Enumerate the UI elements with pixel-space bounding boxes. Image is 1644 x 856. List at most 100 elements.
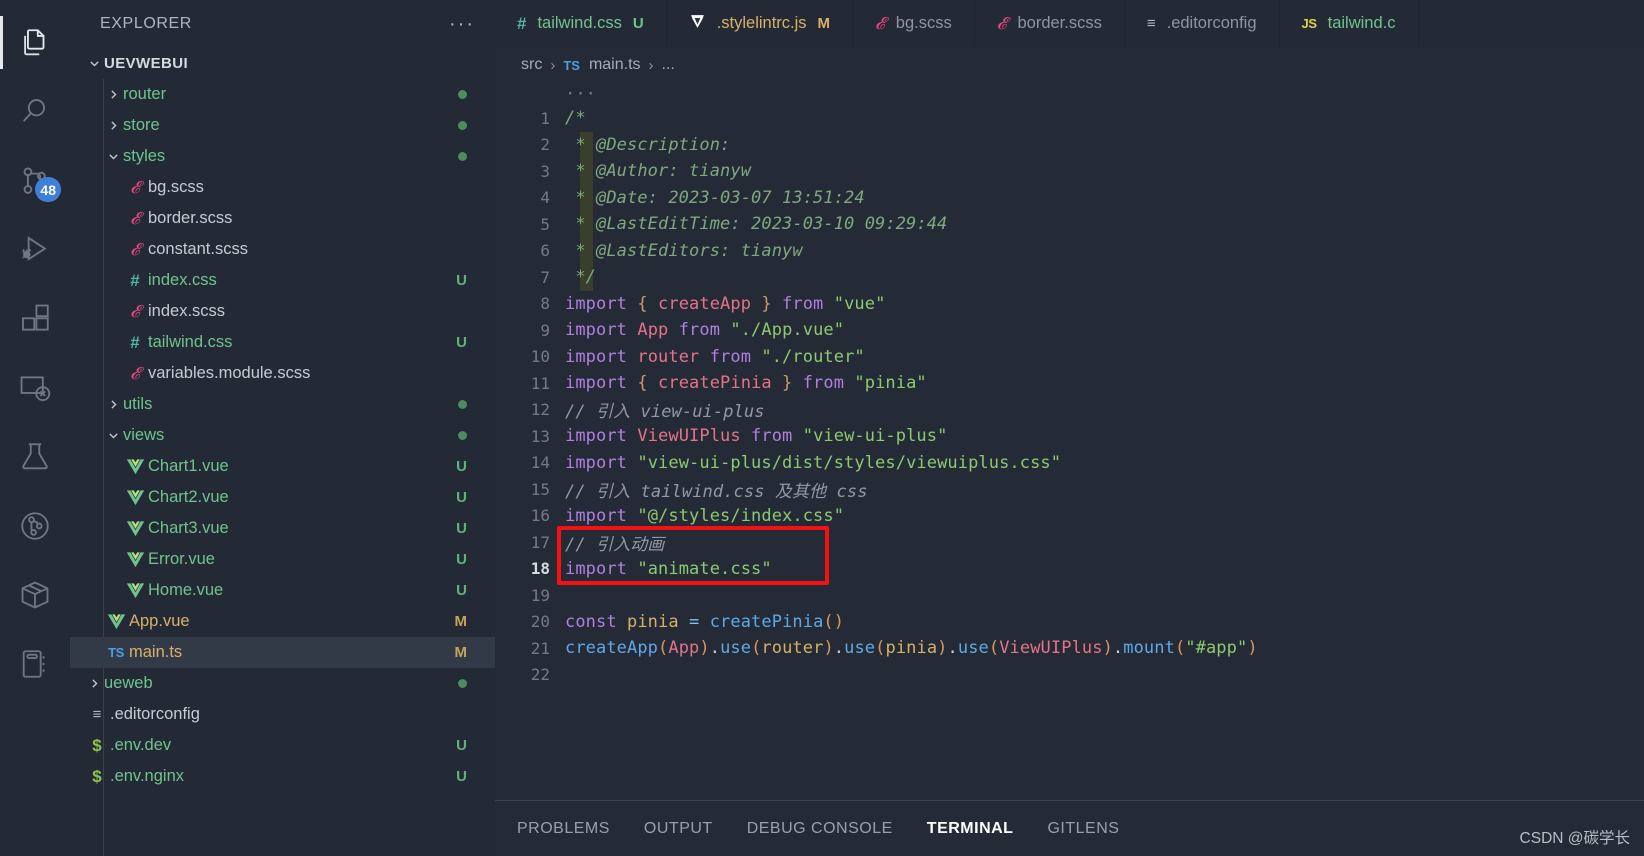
activity-item-source-control[interactable]: 48 <box>0 146 70 215</box>
activity-item-run-and-debug[interactable] <box>0 215 70 284</box>
line-content: import router from "./router" <box>565 346 865 367</box>
chevron-down-icon[interactable] <box>103 429 123 442</box>
tree-file-app-vue[interactable]: App.vue M <box>70 606 495 637</box>
tree-file-chart1-vue[interactable]: Chart1.vue U <box>70 451 495 482</box>
chevron-right-icon[interactable] <box>84 677 104 690</box>
code-line-22[interactable]: 22 <box>495 662 1644 689</box>
line-content: * @Date: 2023-03-07 13:51:24 <box>565 187 865 208</box>
tree-folder-styles[interactable]: styles <box>70 141 495 172</box>
code-line-3[interactable]: 3 * @Author: tianyw <box>495 158 1644 185</box>
code-line-8[interactable]: 8 import { createApp } from "vue" <box>495 291 1644 318</box>
panel-tab-terminal[interactable]: TERMINAL <box>927 820 1014 838</box>
activity-item-remote-explorer[interactable] <box>0 353 70 422</box>
code-line-16[interactable]: 16 import "@/styles/index.css" <box>495 503 1644 530</box>
activity-item-search[interactable] <box>0 77 70 146</box>
tree-item-label: Error.vue <box>148 550 215 568</box>
panel-tab-debug-console[interactable]: DEBUG CONSOLE <box>747 820 893 838</box>
activity-item-notebook[interactable] <box>0 629 70 698</box>
tree-root-folder[interactable]: UEVWEBUI <box>70 47 495 79</box>
editor-tab-stylelintrc-js[interactable]: .stylelintrc.js M <box>667 0 854 47</box>
tree-file-variables-module-scss[interactable]: 𝓔variables.module.scss <box>70 358 495 389</box>
line-content: */ <box>565 267 597 288</box>
tree-file-env-nginx[interactable]: $ .env.nginx U <box>70 761 495 792</box>
tree-file-error-vue[interactable]: Error.vue U <box>70 544 495 575</box>
bottom-panel: PROBLEMS OUTPUT DEBUG CONSOLE TERMINAL GITLE… <box>495 800 1644 856</box>
scss-icon: 𝓔 <box>130 239 140 260</box>
tree-file-chart2-vue[interactable]: Chart2.vue U <box>70 482 495 513</box>
code-line-1[interactable]: 1 /* <box>495 105 1644 132</box>
line-number: 6 <box>540 241 550 261</box>
tree-file-main-ts[interactable]: TS main.ts M <box>70 637 495 668</box>
tree-file-index-scss[interactable]: 𝓔index.scss <box>70 296 495 327</box>
tree-folder-utils[interactable]: utils <box>70 389 495 420</box>
scss-icon: 𝓔 <box>130 208 140 229</box>
code-line-14[interactable]: 14 import "view-ui-plus/dist/styles/viewu… <box>495 450 1644 477</box>
breadcrumb-symbol[interactable]: ... <box>662 56 675 74</box>
code-line-20[interactable]: 20 const pinia = createPinia() <box>495 609 1644 636</box>
code-line-12[interactable]: 12 // 引入 view-ui-plus <box>495 397 1644 424</box>
tree-folder-views[interactable]: views <box>70 420 495 451</box>
panel-tab-gitlens[interactable]: GITLENS <box>1047 820 1119 838</box>
breadcrumb-separator-icon: › <box>550 56 556 74</box>
scss-icon: 𝓔 <box>996 13 1007 34</box>
tree-file-border-scss[interactable]: 𝓔border.scss <box>70 203 495 234</box>
code-line-4[interactable]: 4 * @Date: 2023-03-07 13:51:24 <box>495 185 1644 212</box>
code-line-6[interactable]: 6 * @LastEditors: tianyw <box>495 238 1644 265</box>
code-line-10[interactable]: 10 import router from "./router" <box>495 344 1644 371</box>
tree-file-constant-scss[interactable]: 𝓔constant.scss <box>70 234 495 265</box>
line-number: 15 <box>530 479 550 499</box>
tree-file-bg-scss[interactable]: 𝓔bg.scss <box>70 172 495 203</box>
code-line-7[interactable]: 7 */ <box>495 264 1644 291</box>
editor-tab-border-scss[interactable]: 𝓔border.scss <box>975 0 1125 47</box>
tree-file-tailwind-css[interactable]: # tailwind.css U <box>70 327 495 358</box>
tree-file-chart3-vue[interactable]: Chart3.vue U <box>70 513 495 544</box>
breadcrumb-file[interactable]: main.ts <box>589 56 641 74</box>
explorer-more-actions-icon[interactable]: ··· <box>449 14 475 34</box>
tree-file-home-vue[interactable]: Home.vue U <box>70 575 495 606</box>
explorer-header: EXPLORER ··· <box>70 0 495 47</box>
editor-tab-bar: # tailwind.css U .stylelintrc.js M 𝓔bg.scss 𝓔b… <box>495 0 1644 47</box>
panel-tab-output[interactable]: OUTPUT <box>644 820 713 838</box>
activity-item-explorer[interactable] <box>0 8 70 77</box>
code-line-17[interactable]: 17 // 引入动画 <box>495 529 1644 556</box>
chevron-down-icon[interactable] <box>103 150 123 163</box>
code-line-18[interactable]: 18 import "animate.css" <box>495 556 1644 583</box>
chevron-right-icon[interactable] <box>103 398 123 411</box>
files-icon <box>18 26 52 60</box>
code-line-15[interactable]: 15 // 引入 tailwind.css 及其他 css <box>495 476 1644 503</box>
chevron-right-icon[interactable] <box>103 88 123 101</box>
tab-status-badge: U <box>632 15 644 32</box>
activity-item-gitlens[interactable] <box>0 491 70 560</box>
code-line-11[interactable]: 11 import { createPinia } from "pinia" <box>495 370 1644 397</box>
code-line-19[interactable]: 19 <box>495 582 1644 609</box>
tree-item-label: utils <box>123 395 153 413</box>
code-line-2[interactable]: 2 * @Description: <box>495 132 1644 159</box>
code-line-13[interactable]: 13 import ViewUIPlus from "view-ui-plus" <box>495 423 1644 450</box>
git-status-dot <box>458 121 467 130</box>
tree-file-editorconfig[interactable]: ≡ .editorconfig <box>70 699 495 730</box>
code-line-9[interactable]: 9 import App from "./App.vue" <box>495 317 1644 344</box>
line-number: 22 <box>530 665 550 685</box>
tab-label: border.scss <box>1017 14 1102 32</box>
editor-tab-editorconfig[interactable]: ≡ .editorconfig <box>1125 0 1280 47</box>
line-content: import App from "./App.vue" <box>565 320 845 341</box>
activity-item-package[interactable] <box>0 560 70 629</box>
editor-tab-tailwind-c[interactable]: JS tailwind.c <box>1280 0 1419 47</box>
panel-tab-problems[interactable]: PROBLEMS <box>517 820 610 838</box>
code-editor[interactable]: ··· 1 /* 2 * @Description: 3 * @Author: ti… <box>495 83 1644 800</box>
code-line-5[interactable]: 5 * @LastEditTime: 2023-03-10 09:29:44 <box>495 211 1644 238</box>
activity-item-extensions[interactable] <box>0 284 70 353</box>
tree-file-index-css[interactable]: # index.css U <box>70 265 495 296</box>
tree-folder-ueweb[interactable]: ueweb <box>70 668 495 699</box>
tree-file-env-dev[interactable]: $ .env.dev U <box>70 730 495 761</box>
line-number: 7 <box>540 267 550 287</box>
tree-folder-router[interactable]: router <box>70 79 495 110</box>
chevron-right-icon[interactable] <box>103 119 123 132</box>
editor-tab-bg-scss[interactable]: 𝓔bg.scss <box>853 0 975 47</box>
tree-item-label: variables.module.scss <box>148 364 311 382</box>
breadcrumb-root[interactable]: src <box>521 56 542 74</box>
activity-item-testing[interactable] <box>0 422 70 491</box>
editor-tab-tailwind-css[interactable]: # tailwind.css U <box>495 0 667 47</box>
code-line-21[interactable]: 21 createApp(App).use(router).use(pinia).… <box>495 635 1644 662</box>
tree-folder-store[interactable]: store <box>70 110 495 141</box>
